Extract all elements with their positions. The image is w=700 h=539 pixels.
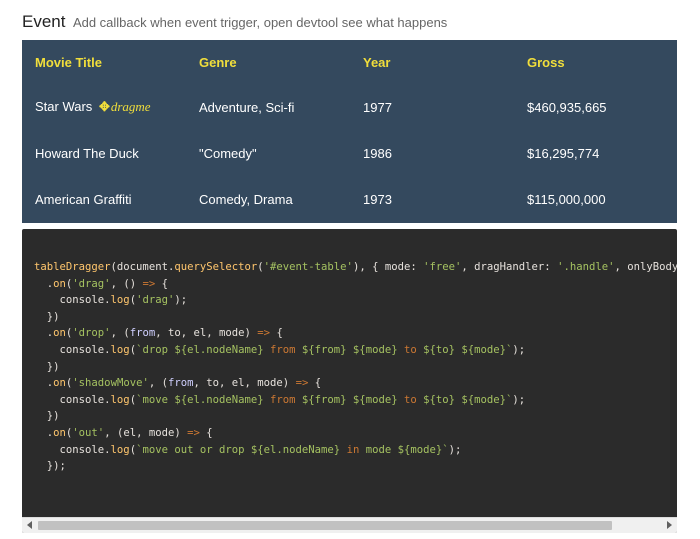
table-cell-gross: $115,000,000 xyxy=(527,191,606,207)
table-row: American Graffiti Comedy, Drama 1973 $11… xyxy=(22,176,677,222)
table-header-row: Movie Title Genre Year Gross xyxy=(22,40,677,84)
event-table-container: Movie Title Genre Year Gross Star Wars ✥… xyxy=(22,40,677,223)
scroll-left-arrow-icon[interactable] xyxy=(27,521,32,529)
table-cell-gross: $460,935,665 xyxy=(527,99,607,115)
table-cell-title: Star Wars ✥dragme xyxy=(22,84,186,130)
cell-text: Star Wars xyxy=(35,99,93,114)
table-cell-genre: Comedy, Drama xyxy=(199,191,293,207)
drag-handle[interactable]: ✥dragme xyxy=(96,99,151,114)
table-cell-genre: Adventure, Sci-fi xyxy=(199,99,295,115)
scroll-right-arrow-icon[interactable] xyxy=(667,521,672,529)
table-row: Howard The Duck "Comedy" 1986 $16,295,77… xyxy=(22,130,677,176)
column-header-title[interactable]: Movie Title xyxy=(22,40,186,84)
event-table: Movie Title Genre Year Gross Star Wars ✥… xyxy=(22,40,677,222)
table-cell-title: Howard The Duck xyxy=(35,145,139,161)
table-cell-genre: "Comedy" xyxy=(199,145,257,161)
table-cell-year: 1986 xyxy=(363,145,392,161)
move-arrows-icon: ✥ xyxy=(98,99,110,114)
section-heading: Event Add callback when event trigger, o… xyxy=(22,12,447,32)
scrollbar-thumb[interactable] xyxy=(38,521,612,530)
table-cell-title: American Graffiti xyxy=(35,191,132,207)
table-cell-gross: $16,295,774 xyxy=(527,145,600,161)
table-row: Star Wars ✥dragme Adventure, Sci-fi 1977… xyxy=(22,84,677,130)
code-example[interactable]: tableDragger(document.querySelector('#ev… xyxy=(22,229,677,533)
drag-handle-label: dragme xyxy=(110,99,151,114)
section-title: Event xyxy=(22,12,66,31)
column-header-year[interactable]: Year xyxy=(350,40,514,84)
column-header-genre[interactable]: Genre xyxy=(186,40,350,84)
column-header-gross[interactable]: Gross xyxy=(514,40,677,84)
table-cell-year: 1973 xyxy=(363,191,392,207)
code-block[interactable]: tableDragger(document.querySelector('#ev… xyxy=(22,229,677,475)
table-cell-year: 1977 xyxy=(363,99,392,115)
horizontal-scrollbar[interactable] xyxy=(22,517,677,533)
section-subtitle: Add callback when event trigger, open de… xyxy=(72,15,448,30)
